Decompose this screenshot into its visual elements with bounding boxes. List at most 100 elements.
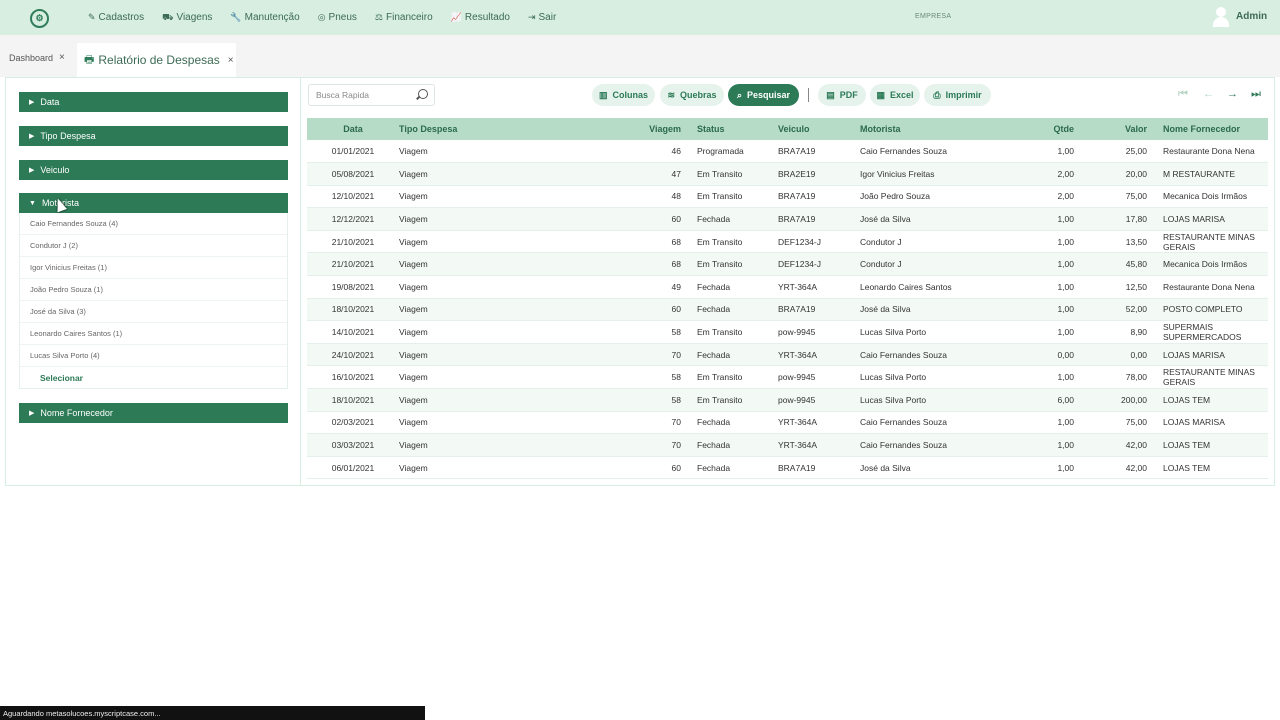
- selecionar-button[interactable]: Selecionar: [20, 367, 287, 389]
- table-row[interactable]: 12/10/2021 Viagem 48 Em Transito BRA7A19 João…: [307, 185, 1268, 209]
- search-input[interactable]: [316, 90, 411, 100]
- col-header-viagem[interactable]: Viagem: [499, 118, 687, 140]
- list-item[interactable]: Lucas Silva Porto (4): [20, 345, 287, 367]
- filter-fornecedor-label: Nome Fornecedor: [40, 408, 113, 418]
- pdf-button[interactable]: ▤ PDF: [818, 84, 866, 106]
- cell-tipo-despesa: Viagem: [399, 185, 499, 209]
- table-row[interactable]: 16/10/2021 Viagem 58 Em Transito pow-9945 Luc…: [307, 365, 1268, 390]
- cell-data: 16/10/2021: [307, 365, 399, 390]
- table-row[interactable]: 21/10/2021 Viagem 68 Em Transito DEF1234-J Co…: [307, 230, 1268, 254]
- nav-item-sair[interactable]: ⇥ Sair: [528, 12, 556, 23]
- table-row[interactable]: 19/08/2021 Viagem 49 Fechada YRT-364A Leonard…: [307, 275, 1268, 299]
- prev-page-icon[interactable]: ←: [1203, 88, 1214, 100]
- cell-valor: 200,00: [1080, 388, 1153, 412]
- cell-status: Fechada: [687, 411, 778, 435]
- logout-icon: ⇥: [527, 12, 536, 22]
- table-row[interactable]: 18/10/2021 Viagem 58 Em Transito pow-9945 Luc…: [307, 388, 1268, 412]
- filter-veiculo[interactable]: ▶ Veiculo: [19, 160, 288, 180]
- first-page-icon[interactable]: ⏮: [1178, 88, 1188, 101]
- list-item[interactable]: Igor Vinicius Freitas (1): [20, 257, 287, 279]
- cell-valor: 13,50: [1080, 230, 1153, 254]
- cell-veiculo: BRA7A19: [778, 140, 860, 164]
- col-header-status[interactable]: Status: [687, 118, 778, 140]
- cell-status: Em Transito: [687, 388, 778, 412]
- colunas-button[interactable]: ▥ Colunas: [592, 84, 655, 106]
- company-name: EMPRESA: [915, 13, 952, 20]
- nav-item-resultado[interactable]: 📈 Resultado: [451, 12, 510, 23]
- app-logo-icon[interactable]: ⚙: [30, 9, 49, 28]
- next-page-icon[interactable]: →: [1227, 88, 1238, 100]
- table-row[interactable]: 01/01/2021 Viagem 46 Programada BRA7A19 Caio …: [307, 140, 1268, 164]
- excel-label: Excel: [889, 90, 914, 100]
- nav-item-label: Sair: [538, 12, 557, 23]
- nav-item-viagens[interactable]: ⛟ Viagens: [162, 12, 212, 24]
- table-row[interactable]: 05/08/2021 Viagem 47 Em Transito BRA2E19 Igor…: [307, 162, 1268, 186]
- pesquisar-button[interactable]: ⌕ Pesquisar: [728, 84, 799, 106]
- cell-veiculo: pow-9945: [778, 365, 860, 390]
- table-row[interactable]: 14/10/2021 Viagem 58 Em Transito pow-9945 Luc…: [307, 320, 1268, 344]
- col-header-nome-fornecedor[interactable]: Nome Fornecedor: [1153, 118, 1268, 140]
- col-header-veiculo[interactable]: Veiculo: [778, 118, 860, 140]
- cell-nome-fornecedor: Mecanica Dois Irmãos: [1153, 252, 1268, 277]
- list-item[interactable]: José da Silva (3): [20, 301, 287, 323]
- cell-data: 18/10/2021: [307, 388, 399, 412]
- last-page-icon[interactable]: ⏭: [1251, 88, 1261, 101]
- caret-right-icon: ▶: [29, 99, 35, 106]
- table-row[interactable]: 21/10/2021 Viagem 68 Em Transito DEF1234-J Co…: [307, 252, 1268, 277]
- cell-viagem: 60: [499, 298, 687, 322]
- excel-button[interactable]: ▦ Excel: [870, 84, 920, 106]
- list-item[interactable]: Condutor J (2): [20, 235, 287, 257]
- nav-item-label: Financeiro: [385, 12, 433, 23]
- table-row[interactable]: 06/01/2021 Viagem 60 Fechada BRA7A19 José da …: [307, 456, 1268, 480]
- table-row[interactable]: 02/03/2021 Viagem 70 Fechada YRT-364A Caio Fe…: [307, 411, 1268, 435]
- list-item[interactable]: Caio Fernandes Souza (4): [20, 213, 287, 235]
- colunas-label: Colunas: [612, 90, 649, 100]
- col-header-valor[interactable]: Valor: [1080, 118, 1153, 140]
- cell-viagem: 58: [499, 365, 687, 390]
- col-header-qtde[interactable]: Qtde: [1000, 118, 1080, 140]
- chart-icon: 📈: [450, 12, 462, 22]
- list-item[interactable]: João Pedro Souza (1): [20, 279, 287, 301]
- avatar-icon: [1212, 5, 1230, 27]
- nav-item-label: Cadastros: [98, 12, 145, 23]
- tab-dashboard-label: Dashboard: [9, 52, 54, 63]
- nav-item-manutencao[interactable]: 🔧 Manutenção: [230, 12, 299, 23]
- col-header-motorista[interactable]: Motorista: [860, 118, 1000, 140]
- truck-icon: ⛟: [162, 11, 174, 22]
- tab-relatorio-despesas[interactable]: 🖶 Relatório de Despesas ×: [77, 43, 236, 77]
- quebras-button[interactable]: ≋ Quebras: [660, 84, 724, 106]
- filter-data[interactable]: ▶ Data: [19, 92, 288, 112]
- cell-valor: 17,80: [1080, 207, 1153, 231]
- nav-item-cadastros[interactable]: ✎ Cadastros: [88, 12, 144, 23]
- cell-motorista: Condutor J: [860, 230, 1000, 254]
- close-icon[interactable]: ×: [59, 52, 65, 63]
- imprimir-button[interactable]: ⎙ Imprimir: [924, 84, 991, 106]
- caret-right-icon: ▶: [29, 167, 35, 174]
- cell-motorista: Caio Fernandes Souza: [860, 433, 1000, 457]
- nav-item-financeiro[interactable]: ⚖ Financeiro: [375, 12, 433, 23]
- cell-valor: 20,00: [1080, 162, 1153, 186]
- cell-status: Em Transito: [687, 162, 778, 186]
- cell-viagem: 58: [499, 320, 687, 344]
- printer-icon: 🖶: [84, 53, 95, 66]
- cell-qtde: 1,00: [1000, 140, 1080, 164]
- tab-dashboard[interactable]: Dashboard ×: [9, 52, 65, 63]
- cell-qtde: 1,00: [1000, 298, 1080, 322]
- filter-tipo-despesa[interactable]: ▶ Tipo Despesa: [19, 126, 288, 146]
- col-header-tipo-despesa[interactable]: Tipo Despesa: [399, 118, 499, 140]
- table-row[interactable]: 18/10/2021 Viagem 60 Fechada BRA7A19 José da …: [307, 298, 1268, 322]
- cell-status: Fechada: [687, 433, 778, 457]
- cell-nome-fornecedor: LOJAS TEM: [1153, 456, 1268, 480]
- table-row[interactable]: 24/10/2021 Viagem 70 Fechada YRT-364A Caio Fe…: [307, 343, 1268, 367]
- user-menu[interactable]: Admin: [1212, 5, 1267, 27]
- col-header-data[interactable]: Data: [307, 118, 399, 140]
- filter-nome-fornecedor[interactable]: ▶ Nome Fornecedor: [19, 403, 288, 423]
- table-row[interactable]: 03/03/2021 Viagem 70 Fechada YRT-364A Caio Fe…: [307, 433, 1268, 457]
- table-row[interactable]: 12/12/2021 Viagem 60 Fechada BRA7A19 José da …: [307, 207, 1268, 231]
- nav-item-pneus[interactable]: ◎ Pneus: [318, 12, 357, 23]
- close-icon[interactable]: ×: [228, 55, 234, 66]
- list-item[interactable]: Leonardo Caires Santos (1): [20, 323, 287, 345]
- cell-motorista: Lucas Silva Porto: [860, 365, 1000, 390]
- search-icon[interactable]: [418, 89, 428, 99]
- search-icon: ⌕: [736, 89, 742, 100]
